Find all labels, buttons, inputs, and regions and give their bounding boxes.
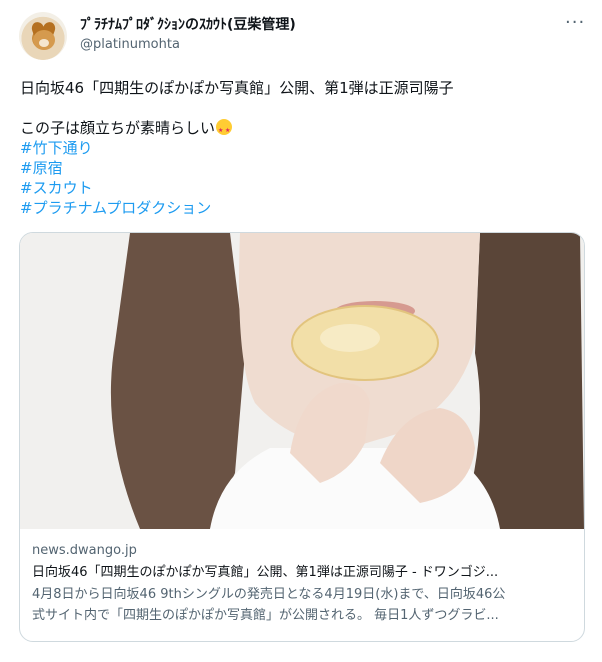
hashtag-takeshita-dori[interactable]: #竹下通り bbox=[20, 138, 93, 158]
more-horizontal-icon[interactable]: ··· bbox=[565, 12, 585, 33]
hashtag-scout[interactable]: #スカウト bbox=[20, 178, 93, 198]
tweet-line-2: この子は顔立ちが素晴らしい bbox=[20, 118, 580, 141]
avatar[interactable] bbox=[19, 12, 67, 60]
card-domain: news.dwango.jp bbox=[32, 543, 137, 558]
tweet-text: 日向坂46「四期生のぽかぽか写真館」公開、第1弾は正源司陽子 この子は顔立ちが素… bbox=[20, 78, 580, 218]
author-handle[interactable]: @platinumohta bbox=[80, 37, 180, 52]
hashtag-harajuku[interactable]: #原宿 bbox=[20, 158, 63, 178]
card-title: 日向坂46「四期生のぽかぽか写真館」公開、第1弾は正源司陽子 - ドワンゴジ..… bbox=[32, 565, 499, 580]
card-meta: news.dwango.jp 日向坂46「四期生のぽかぽか写真館」公開、第1弾は… bbox=[32, 540, 572, 626]
card-image bbox=[20, 233, 584, 529]
dog-snout bbox=[39, 39, 49, 47]
tweet-line-1: 日向坂46「四期生のぽかぽか写真館」公開、第1弾は正源司陽子 bbox=[20, 79, 454, 97]
author-display-name[interactable]: ﾌﾟﾗﾁﾅﾑﾌﾟﾛﾀﾞｸｼｮﾝのｽｶｳﾄ(豆柴管理) bbox=[80, 14, 296, 34]
star-struck-emoji-icon bbox=[216, 119, 233, 141]
hashtag-platinum-production[interactable]: #プラチナムプロダクション bbox=[20, 198, 211, 218]
card-description-line-2: 式サイト内で「四期生のぽかぽか写真館」が公開される。 毎日1人ずつグラビ... bbox=[32, 608, 499, 623]
tweet-line-2-text: この子は顔立ちが素晴らしい bbox=[20, 119, 216, 137]
card-description-line-1: 4月8日から日向坂46 9thシングルの発売日となる4月19日(水)まで、日向坂… bbox=[32, 587, 506, 602]
link-preview-card[interactable]: news.dwango.jp 日向坂46「四期生のぽかぽか写真館」公開、第1弾は… bbox=[19, 232, 585, 642]
card-photo bbox=[20, 233, 584, 529]
